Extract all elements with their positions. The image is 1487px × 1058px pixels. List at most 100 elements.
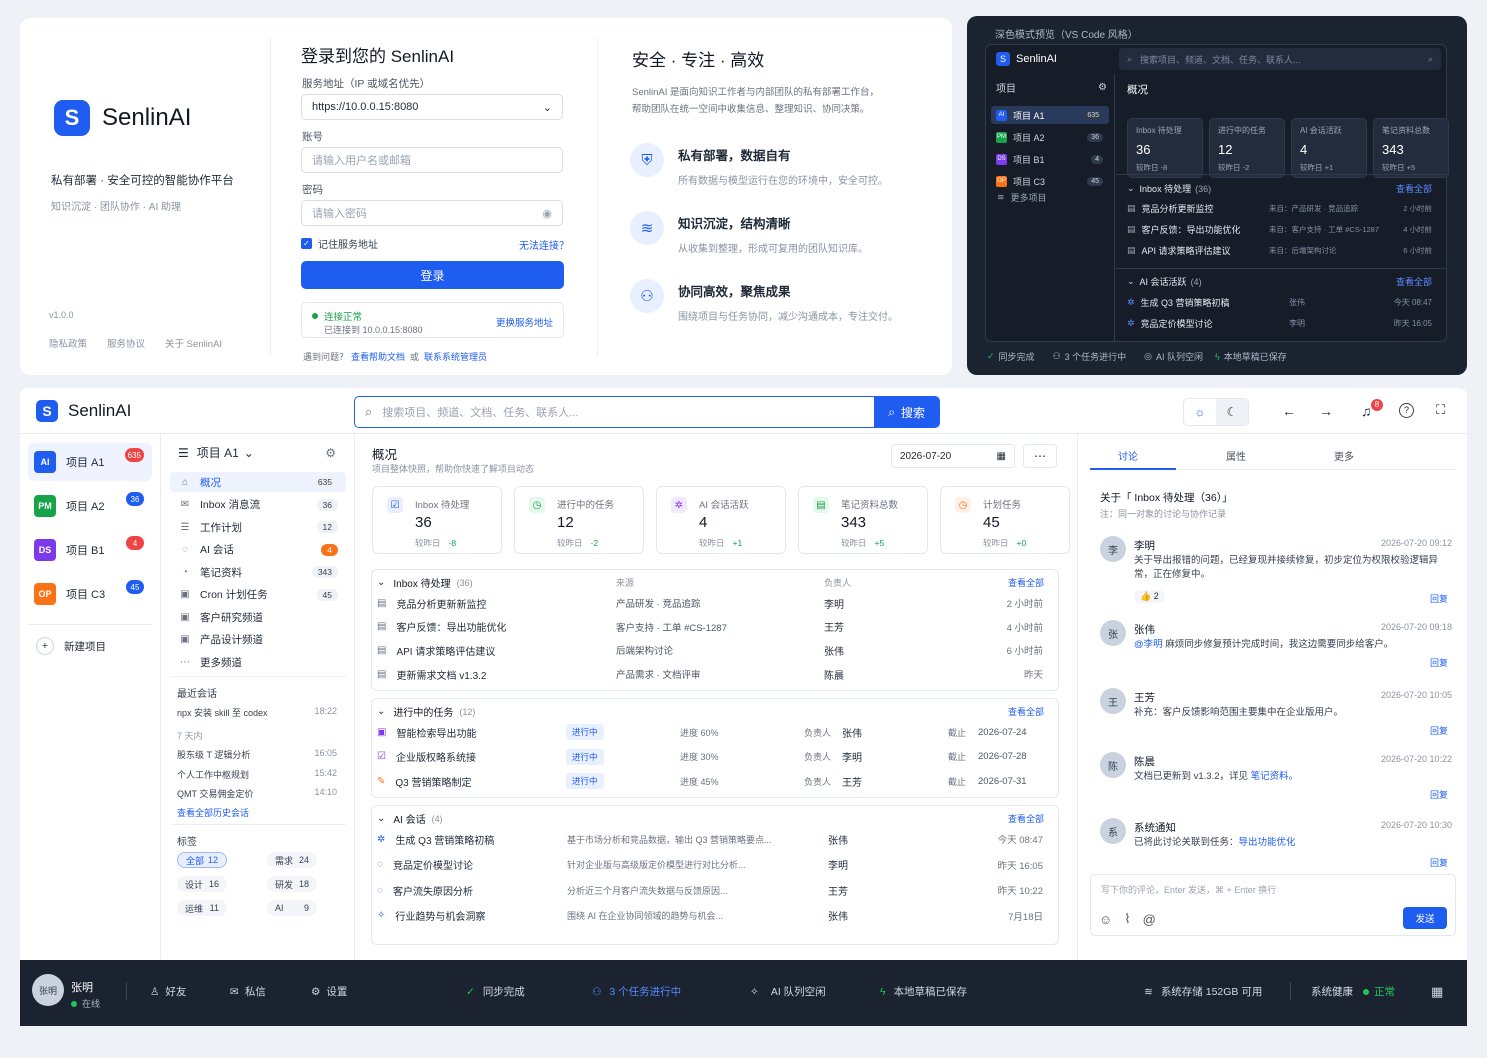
mention-link[interactable]: @李明 (1134, 639, 1163, 650)
tab-properties[interactable]: 属性 (1226, 448, 1246, 463)
date-picker[interactable]: 2026-07-20 ▦ (891, 444, 1015, 468)
avatar[interactable]: 陈 (1100, 752, 1126, 778)
channel-item[interactable]: ⌂ 概况 635 (170, 472, 346, 492)
inbox-row[interactable]: ▤ API 请求策略评估建议 后端架构讨论 张伟 6 小时前 (377, 640, 1047, 660)
gear-icon[interactable]: ⚙ (325, 446, 336, 460)
dark-ai-row[interactable]: ✲ 竞品定价模型讨论 李明 昨天 16:05 (1127, 317, 1432, 330)
project-item[interactable]: AI 项目 A1 635 (28, 443, 152, 481)
inbox-row[interactable]: ▤ 竞品分析更新新监控 产品研发 · 竞品追踪 李明 2 小时前 (377, 593, 1047, 613)
stat-card[interactable]: ◷ 进行中的任务 12 较昨日 -2 (514, 486, 644, 554)
dark-project-item[interactable]: OP 项目 C3 45 (991, 172, 1109, 190)
channel-item[interactable]: ☰ 工作计划 12 (170, 517, 346, 537)
eye-icon[interactable]: ◉ (542, 207, 552, 220)
tag-chip[interactable]: 运维 11 (177, 900, 227, 916)
login-button[interactable]: 登录 (301, 261, 564, 289)
dark-stat-card[interactable]: AI 会话活跃 4 较昨日 +1 (1291, 118, 1367, 178)
chevron-down-icon[interactable]: ⌄ (377, 813, 385, 824)
reply-link[interactable]: 回复 (1430, 724, 1448, 737)
server-select[interactable]: https://10.0.0.15:8080 ⌄ (301, 94, 563, 120)
moon-icon[interactable]: ☾ (1216, 399, 1248, 425)
comment-composer[interactable]: 写下你的评论，Enter 发送，⌘ + Enter 换行 ☺ ⌇ @ 发送 (1090, 874, 1456, 936)
recent-session[interactable]: npx 安装 skill 至 codex 18:22 (177, 706, 337, 719)
comment-link[interactable]: 笔记资料。 (1251, 771, 1299, 782)
tag-chip[interactable]: 设计 16 (177, 876, 227, 892)
project-item[interactable]: DS 项目 B1 4 (28, 531, 152, 569)
attachment-icon[interactable]: ⌇ (1124, 911, 1130, 927)
project-item[interactable]: OP 项目 C3 45 (28, 575, 152, 613)
dark-inbox-row[interactable]: ▤ 竞品分析更新监控 来自：产品研发 · 竞品追踪 2 小时前 (1127, 202, 1432, 215)
channel-item[interactable]: ◌ AI 会话 4 (170, 540, 346, 560)
settings-button[interactable]: ⚙ 设置 (311, 984, 347, 999)
channel-item[interactable]: ▣ 客户研究频道 (170, 607, 346, 627)
stat-card[interactable]: ☑ Inbox 待处理 36 较昨日 -8 (372, 486, 502, 554)
help-docs-link[interactable]: 查看帮助文档 (351, 350, 405, 363)
project-item[interactable]: PM 项目 A2 36 (28, 487, 152, 525)
back-arrow-icon[interactable]: ← (1282, 403, 1296, 419)
dark-more-projects[interactable]: ≋ 更多项目 (997, 191, 1047, 204)
task-row[interactable]: ✎ Q3 营销策略制定 进行中 进度 45% 负责人 王芳 截止 2026-07… (377, 771, 1047, 791)
task-row[interactable]: ☑ 企业版权略系统接 进行中 进度 30% 负责人 李明 截止 2026-07-… (377, 747, 1047, 767)
theme-toggle[interactable]: ☼ ☾ (1183, 398, 1249, 426)
tag-chip[interactable]: 全部 12 (177, 852, 227, 868)
tag-chip[interactable]: 需求 24 (267, 852, 317, 868)
account-field[interactable]: 请输入用户名或邮箱 (301, 147, 563, 173)
recent-session[interactable]: QMT 交易佣金定价 14:10 (177, 787, 337, 800)
stat-card[interactable]: ◷ 计划任务 45 较昨日 +0 (940, 486, 1070, 554)
reply-link[interactable]: 回复 (1430, 856, 1448, 869)
reaction-chip[interactable]: 👍 2 (1134, 590, 1165, 603)
reply-link[interactable]: 回复 (1430, 656, 1448, 669)
reply-link[interactable]: 回复 (1430, 592, 1448, 605)
dark-project-item[interactable]: DS 项目 B1 4 (991, 150, 1109, 168)
channel-item[interactable]: ◔ 笔记资料 343 (170, 562, 346, 582)
dark-stat-card[interactable]: 进行中的任务 12 较昨日 -2 (1209, 118, 1285, 178)
ai-session-row[interactable]: ✲ 生成 Q3 营销策略初稿 基于市场分析和竞品数据，输出 Q3 营销策略要点.… (377, 829, 1047, 849)
forward-arrow-icon[interactable]: → (1319, 403, 1333, 419)
cant-connect-link[interactable]: 无法连接？ (519, 237, 569, 252)
tab-discussion[interactable]: 讨论 (1118, 448, 1138, 463)
about-link[interactable]: 关于 SenlinAI (165, 336, 222, 350)
tasks-view-all[interactable]: 查看全部 (1008, 705, 1044, 718)
dark-inbox-row[interactable]: ▤ 客户反馈：导出功能优化 来自：客户支持 · 工单 #CS-1287 4 小时… (1127, 223, 1432, 236)
tag-chip[interactable]: AI 9 (267, 900, 317, 916)
dark-project-item[interactable]: PM 项目 A2 36 (991, 128, 1109, 146)
send-button[interactable]: 发送 (1403, 907, 1447, 929)
dark-search[interactable]: ⌕ 搜索项目、频道、文档、任务、联系人... ⌕ (1119, 48, 1441, 70)
avatar[interactable]: 系 (1100, 818, 1126, 844)
remember-checkbox[interactable]: ✓ 记住服务地址 (301, 236, 378, 251)
channel-item[interactable]: ▣ 产品设计频道 (170, 630, 346, 650)
grid-menu-icon[interactable]: ▦ (1431, 984, 1443, 1000)
inbox-view-all[interactable]: 查看全部 (1008, 576, 1044, 589)
stat-card[interactable]: ✲ AI 会话活跃 4 较昨日 +1 (656, 486, 786, 554)
friends-button[interactable]: ♙ 好友 (150, 984, 186, 999)
channel-item[interactable]: ✉ Inbox 消息流 36 (170, 495, 346, 515)
dark-stat-card[interactable]: 笔记资料总数 343 较昨日 +5 (1373, 118, 1449, 178)
recent-session[interactable]: 股东级 T 逻辑分析 16:05 (177, 748, 337, 761)
ai-session-row[interactable]: ◌ 竞品定价模型讨论 针对企业版与高级版定价模型进行对比分析... 李明 昨天 … (377, 855, 1047, 875)
change-server-link[interactable]: 更换服务地址 (496, 315, 553, 329)
fullscreen-icon[interactable]: ⛶ (1436, 402, 1445, 418)
project-header[interactable]: ☰ 项目 A1 ⌄ ⚙ (178, 444, 336, 461)
chevron-down-icon[interactable]: ⌄ (377, 706, 385, 717)
dark-inbox-row[interactable]: ▤ API 请求策略评估建议 来自：后端架构讨论 6 小时前 (1127, 244, 1432, 257)
user-avatar[interactable]: 张明 (32, 974, 64, 1006)
inbox-row[interactable]: ▤ 更新需求文档 v1.3.2 产品需求 · 文档评审 陈晨 昨天 (377, 664, 1047, 684)
dark-stat-card[interactable]: Inbox 待处理 36 较昨日 -8 (1127, 118, 1203, 178)
messages-button[interactable]: ✉ 私信 (230, 984, 266, 999)
sun-icon[interactable]: ☼ (1184, 405, 1216, 419)
channel-item[interactable]: ▣ Cron 计划任务 45 (170, 585, 346, 605)
ai-session-row[interactable]: ✧ 行业趋势与机会洞察 围绕 AI 在企业协同领域的趋势与机会... 张伟 7月… (377, 906, 1047, 926)
help-icon[interactable]: ? (1399, 403, 1414, 418)
avatar[interactable]: 李 (1100, 536, 1126, 562)
password-field[interactable]: 请输入密码 ◉ (301, 200, 563, 226)
mention-icon[interactable]: @ (1143, 912, 1156, 927)
emoji-icon[interactable]: ☺ (1099, 912, 1112, 927)
chevron-down-icon[interactable]: ⌄ (1127, 183, 1135, 194)
more-menu-icon[interactable]: ⋯ (1023, 444, 1057, 468)
terms-link[interactable]: 服务协议 (107, 336, 145, 350)
avatar[interactable]: 王 (1100, 688, 1126, 714)
inbox-row[interactable]: ▤ 客户反馈：导出功能优化 客户支持 · 工单 #CS-1287 王芳 4 小时… (377, 617, 1047, 637)
new-project-button[interactable]: + 新建项目 (36, 637, 106, 655)
bell-icon[interactable]: ♫ (1361, 403, 1372, 419)
dark-inbox-view-all[interactable]: 查看全部 (1396, 182, 1432, 195)
ai-view-all[interactable]: 查看全部 (1008, 812, 1044, 825)
